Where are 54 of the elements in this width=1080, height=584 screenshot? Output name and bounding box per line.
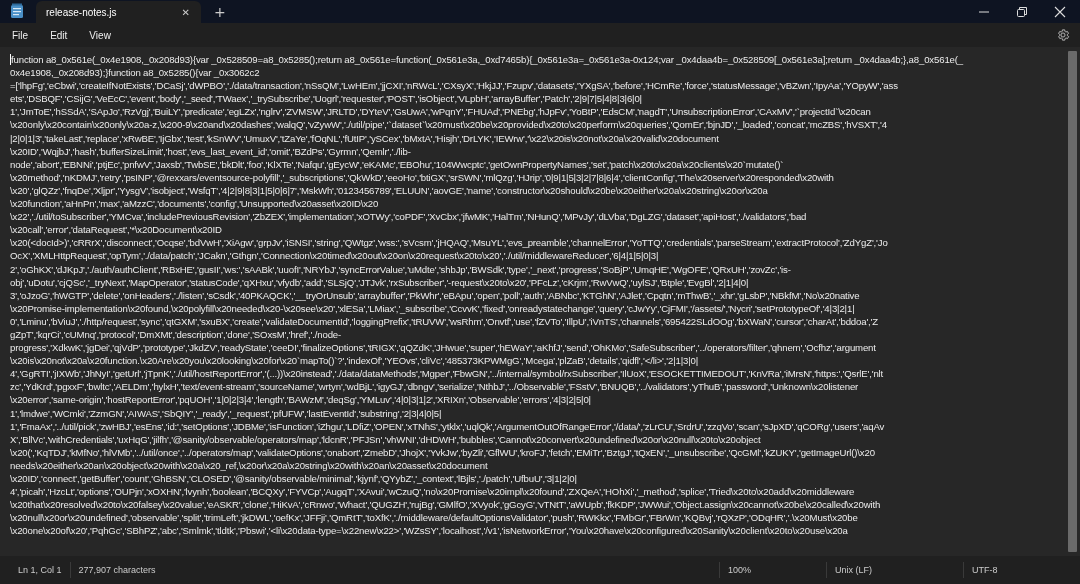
code-line: 1','JmToE','hSSdA','SApJo','RzVgj','BuiLY','predicate','egLZx','nglrv','ZVMSW','JRLTD','DYteV','GsUwA','wPqnY','FHUAd','PNEbg','hJpFv','YoBtP','EdsCM','nagdT','UnsubscriptionError','CAxMV','`projectId`\x20can: [10, 105, 871, 119]
code-line: \x20(<docId>)','cRRrX','disconnect','Ocqse','bdVwH','XiAgw','grpJv','iSNSI','string','QWtgz','wss:','sVcsm','jHQAQ','MsuYL','evs_preamble','channelError','YoTTQ','credentials','parseStream','extractProtocol','ZdYgZ','Jo: [10, 236, 888, 250]
zoom-level[interactable]: 100%: [720, 565, 826, 575]
code-line: OcX','XMLHttpRequest','opTym','./data/patch','JCakn','Gthgn','Connection\x20timed\x20out\x20on\x20request\x20to\x20','./util/middlewareReducer','6|4|1|5|0|3|: [10, 249, 659, 263]
code-line: \x20one\x20of\x20','PqhGc','SBhPZ','abc','Smlmk','tldtk','Pbswi','<li\x20data-type=\x22new\x22>','WZsSY','localhost','/v1','isNetworkError','You\x20have\x20configured\x20Sanity\x20client\x20to\x20use\x20a: [10, 524, 848, 538]
line-ending[interactable]: Unix (LF): [827, 565, 963, 575]
code-line: 0','Lminu','bViuJ','./http/request','sync','qtGXM','sxuBX','create','validateDocumentId','loggingPrefix','tRUVW','wsRhm','Onvtf','use','fZVTo','IllpU','iVnTS','channels','695422SLdOOg','bXWaN','cursor','charAt','bddoa','Z: [10, 314, 879, 328]
menu-item[interactable]: Edit: [43, 27, 75, 43]
code-line: obj','uDotu','cjQSc','_tryNext','MapOperator','statusCode','qXHxu','vfydb','add','SLSjQ','JTJvk','rxSubscriber','-request\x20to\x20','PFcLz','cKrjm','RwVwQ','uylSJ','Btple','EvgBl','2|1|4|0|: [10, 275, 749, 289]
code-line: 2','oGhKX','dJKpJ','./auth/authClient','RBxHE','gusII','ws:','sAABk','uuofI','NRYbJ','syncErrorValue','uMdte','shbJp','BWSdk','type','_next','progress','SoBjP','UmqHE','WgOFE','QRxUH','zovZc','is-: [10, 262, 791, 276]
restore-icon[interactable]: [1016, 5, 1028, 18]
code-line: gZpT','kqrCi','cUMnq','protocol','DmXMt','description','done','SOxsM','href','./node-: [10, 327, 342, 342]
code-line: progress','XdkwK','jgDei','qjVdP','prototype','JkdZV','readyState','ceeDI','finalizeOptions','tRIGX','qQZdK','JHwue','super','hEWaY','aKhfJ','send','OhKMo','SafeSubscriber','../operators/filter','qhnem','Ocfhz','argument: [10, 341, 876, 355]
notepad-icon: [10, 3, 24, 19]
encoding[interactable]: UTF-8: [964, 565, 1070, 575]
menu-item[interactable]: File: [5, 27, 36, 43]
close-tab-button[interactable]: ✕: [178, 6, 193, 18]
code-line: needs\x20either\x20an\x20object\x20with\x20a\x20_ref,\x20or\x20a\x20string\x20with\x20an\x20asset\x20document: [10, 458, 488, 472]
cursor-position: Ln 1, Col 1: [17, 565, 63, 575]
code-line: 4','GgRTI','jIXWb','JhNyI','getUrl','jTpnK','./util/hostReportError','(...))\x20instead','./data/dataMethods','Mgper','FbwGN','../internal/symbol/rxSubscriber','IlUoX','ESOCKETTIMEDOUT','KnVRa','iMrsN','https:','QsrlE','nlt: [10, 367, 884, 381]
code-line: \x20function','aHnPn','max','aMzzC','documents','config','Unsupported\x20asset\x20ID\x20: [10, 197, 379, 211]
code-line: ets','DSBQF','CSijG','VeEcC','event','body','_seed','TWaex','_trySubscribe','Uogrl','requester','POST','isObject','VLpbH','arrayBuffer','Patch','2|9|7|5|4|8|3|6|0|: [10, 92, 642, 106]
code-line: \x20(','KqTDJ','kMfNo','hlVMb','../util/once','../operators/map','validateOptions','onabort','ZmebD','JhojX','YvkJw','byZli','GflWU','kroFJ','fetch','EMiTr','BztgJ','tQxEN','_unsubscribe','QcGMl','kZUKY','getImageUrl()\x20: [10, 445, 875, 459]
character-count: 277,907 characters: [77, 565, 157, 575]
code-line: 1','FmaAx','../util/pick','zwHBJ','esEns','id:','setOptions','JDBMe','isFunction','iZhgu','LDfiZ','OPEN','xTNhS','ytklx','uqlQk','ArgumentOutOfRangeError','/data/','zLrCU','SrdrU','zzqVo','scan','sJpXD','qCORg','users','aqAv: [10, 419, 885, 433]
code-line: \x20method','nKDMJ','retry','psINP','@rexxars/eventsource-polyfill','_subscriptions','QkWkD','eeoHo','btiGX','srSWN','mlQzg','HJrip','0|9|1|5|3|2|7|8|6|4','clientConfig','The\x20server\x20responded\x20with: [10, 170, 834, 184]
file-tab[interactable]: release-notes.js ✕: [36, 1, 201, 23]
code-line: \x20Promise-implementation\x20found,\x20polyfill\x20needed\x20-\x20see\x20','xlESa','LMiax','_subscribe','CcvvK','fixed','onreadystatechange','query','cJwYy','CjFMI','/assets/','Nycri','setPrototypeOf','4|3|2|1|: [10, 301, 855, 315]
code-line: \x22','./util/toSubscriber','YMCva','includePreviousRevision','ZbZEX','implementation','xOTWy','coPDF','XvCbx','jfwMK','HalTm','NHunQ','MPvJy','dLVba','DgLZG','dataset','apiHost','./validators','bad: [10, 210, 807, 224]
code-line: function a8_0x561e(_0x4e1908,_0x208d93){var _0x528509=a8_0x5285();return a8_0x561e=function(_0x561e3a,_0xd7465b){_0x561e3a=_0x561e3a-0x124;var _0x4daa4b=_0x528509[_0x561e3a];return _0x4daa4b;},a8_0x561e(_: [10, 53, 963, 67]
code-line: 3','oJzoG','hWGTP','delete','onHeaders','./listen','sCsdk','40PKAQCK','__tryOrUnsub','arraybuffer','PkWhr','eBApu','open','poll','auth','ABNbc','KTGhN','AJlet','Cpqtn','mThwB','_xhr','gLsbP','NBkfM','No\x20native: [10, 288, 860, 302]
scrollbar[interactable]: [1068, 51, 1077, 552]
code-line: 1','lmdwe','WCmki','ZzmGN','AIWAS','SbQIY','_ready','_request','pfUFW','lastEventId','substring','2|3|4|0|5|: [10, 406, 442, 420]
code-line: \x20ID','connect','getBuffer','count','GhBSN','CLOSED','@sanity/observable/minimal','kjynf','QYybZ','_context','lBjls','./patch','UfbuU','3|1|2|0|: [10, 472, 577, 486]
tab-title: release-notes.js: [46, 6, 118, 18]
code-line: \x20','glQZz','fnqDe','Xljpr','YysgV','isobject','WsfqT','4|2|9|8|3|1|5|0|6|7','MskWh','0123456789','ELUUN','aovGE','name','constructor\x20should\x20be\x20either\x20a\x20string\x20or\x20a: [10, 183, 768, 198]
code-line: \x20is\x20not\x20a\x20function.\x20Are\x20you\x20looking\x20for\x20`mapTo()`?','indexOf','YEOvs','cliVc','485373KPWMgG','Mcega','plZaB','details','qidfl','</li>','2|1|3|0|: [10, 354, 699, 368]
code-line: \x20ID','WqjbJ','hash','bufferSizeLimit','host','evs_last_event_id','omit','BZdPs','Gyrmn','Qemlr','./lib-: [10, 144, 411, 158]
code-line: \x20that\x20resolved\x20to\x20falsey\x20value','eASKR','clone','HiKvA','cRnwo','Whact','QUGZH','rujBg','GMlfO','XVyok','gGcyG','vTNtT','aWUpb','fkKDP','JWWui','Object.assign\x20cannot\x20be\x20called\x20with: [10, 498, 881, 512]
menu-item[interactable]: View: [82, 27, 118, 43]
code-line: \x20error','same-origin','hostReportError','pqUOH','1|0|2|3|4','length','BAWzM','deqSg','YMLuv','4|0|3|1|2','XRIXn','Observable','errors','4|3|2|5|0|: [10, 393, 591, 407]
close-icon[interactable]: [1054, 5, 1066, 18]
code-line: \x20only\x20contain\x20only\x20a-z,\x200-9\x20and\x20dashes','walqQ','vZywW','./util/pipe','`dataset`\x20must\x20be\x20provided\x20to\x20perform\x20queries','QomEr','bjnJD','_loaded','concat','mcZBS','hVSXT','4: [10, 118, 887, 132]
settings-icon[interactable]: [1056, 28, 1070, 42]
code-line: \x20null\x20or\x20undefined','observable','split','trimLeft','jkDWL','oefKx','JFFji','QmRtT','toXfK','./middleware/defaultOptionsValidator','push','RWKkx','FMbGr','FBrWn','KQBvj','rQXzP','ODqHR','.\x20Must\x20be: [10, 511, 858, 525]
code-line: 0x4e1908,_0x208d93);}function a8_0x5285(){var _0x3062c2: [10, 66, 260, 80]
code-line: |2|0|1|3','takeLast','replace','xRwBE','IjGbx','test','kSnWV','UmuxV','tZaYe','fOqNL','fUtIP','ySCex','bMxtA','Hisjh','DrLYK','IEWrw','\x22\x20is\x20not\x20a\x20valid\x20document: [10, 131, 719, 145]
code-line: =['lhpFg','eCbwi','createIfNotExists','DCaSj','dWPBO','./data/transaction','nSsQM','LwHEm','jjCXI','nRWcL','CXsyX','HkjJJ','Fzupv','datasets','YXgSA','before','HCmRe','force','statusMessage','vBZwn','IpyAa','YOpyW','ass: [10, 79, 898, 93]
code-line: 4','picah','HzcLt','options','OUPjn','xOXHN','lvynh','boolean','BCQXy','FYVCp','AugqT','XAvui','wCzuQ','no\x20Promise\x20impl\x20found','ZXQeA','HOhXi','_method','splice','Tried\x20to\x20add\x20middleware: [10, 485, 855, 499]
new-tab-button[interactable]: +: [211, 4, 229, 20]
code-line: node','abort','EBNNi','ptjEc','pnfwV','Jaxsb','TwbSE','bkDlt','foo','KlXTe','Nafqu','gEycW','eKAMc','EBOhu','104Wwcptc','getOwnPropertyNames','set','patch\x20to\x20a\x20clients\x20`mutate()`: [10, 157, 784, 171]
code-line: \x20call','error','dataRequest','*\x20Document\x20ID: [10, 223, 222, 237]
code-line: zc','YdKrd','pgxxF','bwltc','AELDm','hylxH','text/event-stream','sourceName','wrtyn','wdBjL','igyGJ','dbngv','serialize','NthbJ','../Observable','FSstV','BNUQB','../validators','yThuB','password','Unknown\x20listener: [10, 380, 859, 394]
code-line: X','BllVc','withCredentials','uxHqG','jilfh','@sanity/observable/operators/map','ldcnR','PFJSn','vhWNI','dHDWH','bubbles','Cannot\x20convert\x20undefined\x20or\x20null\x20to\x20object: [10, 432, 761, 446]
